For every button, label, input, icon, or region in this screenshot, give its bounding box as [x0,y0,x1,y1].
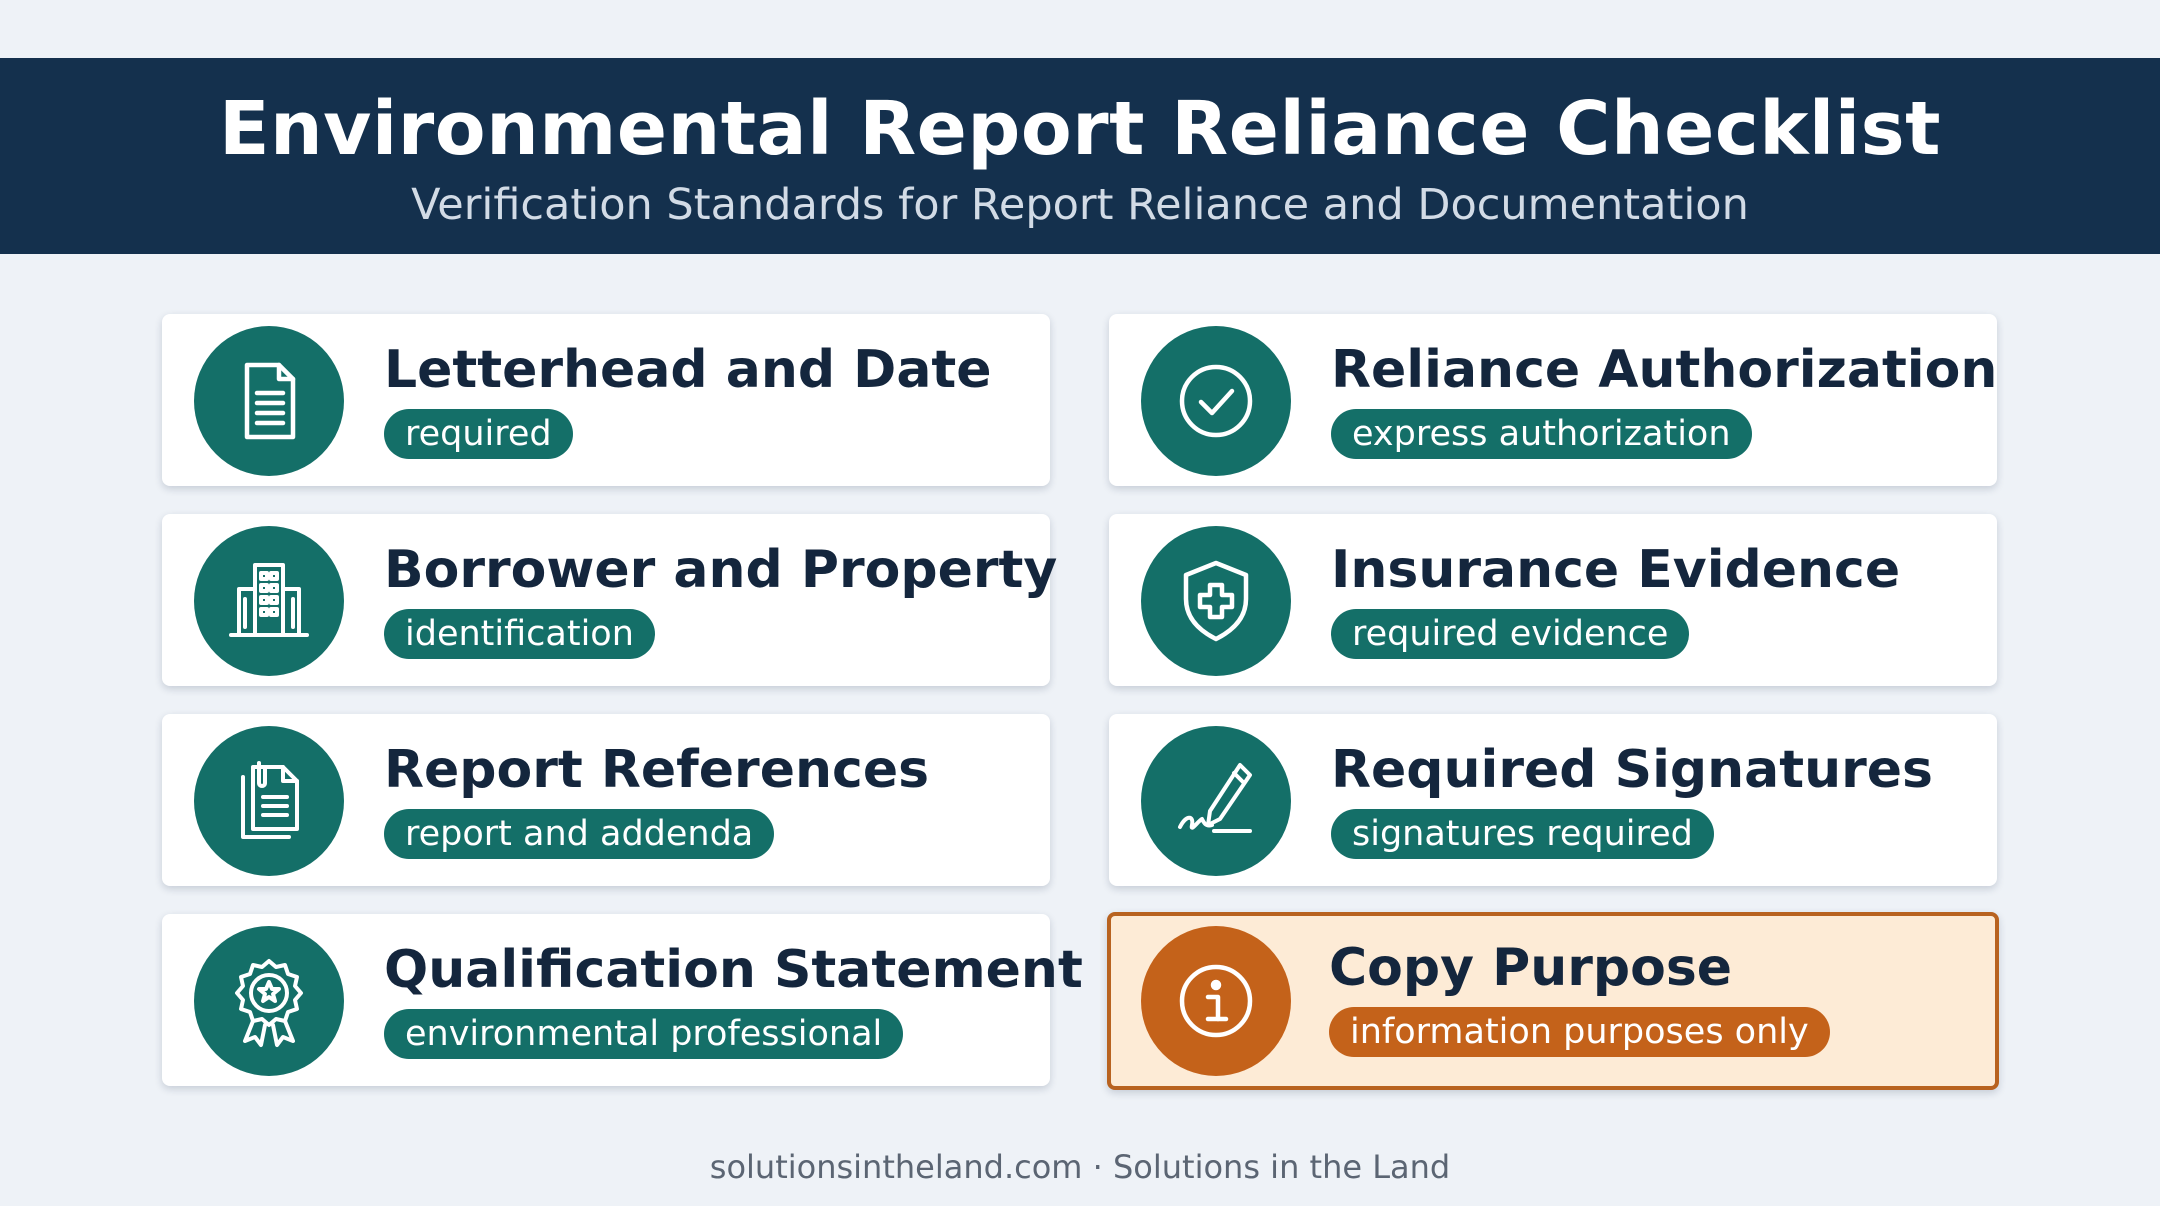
card-title: Required Signatures [1331,740,1933,800]
checklist-card-report-references: Report References report and addenda [162,714,1050,886]
status-badge: express authorization [1331,409,1752,459]
checklist-card-insurance: Insurance Evidence required evidence [1109,514,1997,686]
checklist-card-signatures: Required Signatures signatures required [1109,714,1997,886]
card-title: Copy Purpose [1329,938,1733,998]
card-title: Reliance Authorization [1331,340,1998,400]
status-badge: environmental professional [384,1009,904,1059]
footer-credit: solutionsintheland.com · Solutions in th… [709,1148,1451,1186]
info-icon [1141,926,1291,1076]
shield-plus-icon [1141,526,1291,676]
status-badge: required [384,409,573,459]
stacked-documents-icon [194,726,344,876]
checklist-card-copy-purpose: Copy Purpose information purposes only [1107,912,1999,1090]
card-title: Qualification Statement [384,940,1083,1000]
status-badge: identification [384,609,655,659]
status-badge: required evidence [1331,609,1690,659]
status-badge: signatures required [1331,809,1714,859]
check-circle-icon [1141,326,1291,476]
checklist-card-borrower: Borrower and Property identification [162,514,1057,686]
pen-signature-icon [1141,726,1291,876]
page-title: Environmental Report Reliance Checklist [218,86,1942,172]
status-badge: information purposes only [1329,1007,1830,1057]
card-title: Insurance Evidence [1331,540,1901,600]
checklist-card-qualification: Qualification Statement environmental pr… [162,914,1083,1086]
card-title: Borrower and Property [384,540,1058,600]
card-title: Report References [384,740,930,800]
status-badge: report and addenda [384,809,775,859]
checklist-card-reliance: Reliance Authorization express authoriza… [1109,314,1997,486]
card-title: Letterhead and Date [384,340,992,400]
checklist-card-letterhead: Letterhead and Date required [162,314,1050,486]
building-icon [194,526,344,676]
document-icon [194,326,344,476]
award-ribbon-icon [194,926,344,1076]
header-banner: Environmental Report Reliance Checklist … [0,58,2160,254]
page-subtitle: Verification Standards for Report Relian… [411,180,1749,230]
